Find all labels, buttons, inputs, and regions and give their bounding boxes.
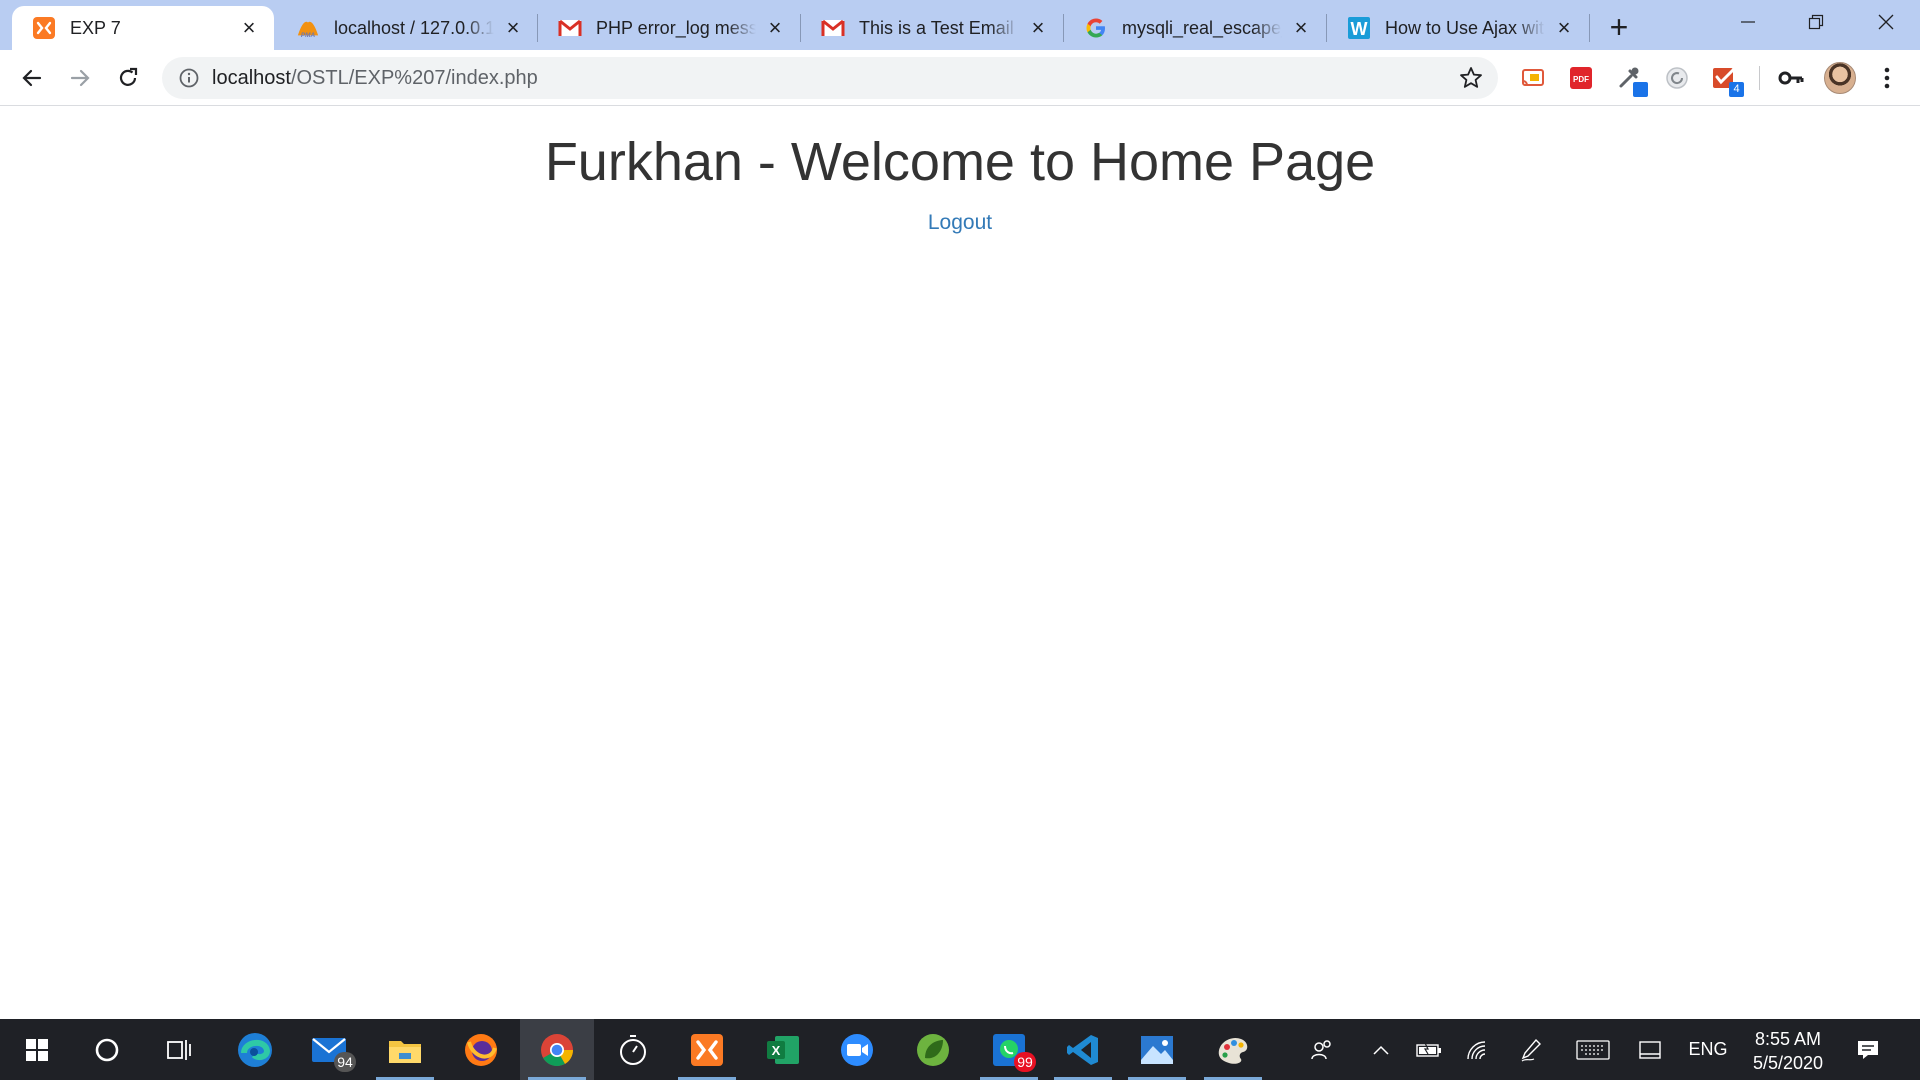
window-close-button[interactable] bbox=[1852, 0, 1920, 44]
cortana-search-button[interactable] bbox=[70, 1019, 144, 1080]
edge-taskbar-icon[interactable] bbox=[218, 1019, 292, 1080]
minimize-button[interactable] bbox=[1714, 0, 1782, 44]
reload-icon bbox=[119, 67, 138, 86]
tab-ajax-tutorial[interactable]: W How to Use Ajax with × bbox=[1327, 6, 1589, 50]
tab-title: This is a Test Email - s bbox=[859, 17, 1019, 38]
notification-badge: 99 bbox=[1014, 1052, 1036, 1072]
close-icon[interactable]: × bbox=[1290, 15, 1312, 40]
restore-icon bbox=[1808, 14, 1824, 30]
tab-test-email[interactable]: This is a Test Email - s × bbox=[801, 6, 1063, 50]
extension-badge-count: 4 bbox=[1729, 82, 1744, 97]
toolbar-separator bbox=[1759, 66, 1760, 90]
battery-icon[interactable] bbox=[1410, 1019, 1448, 1080]
close-icon bbox=[1878, 14, 1894, 30]
arrow-left-icon bbox=[22, 69, 42, 87]
key-icon[interactable] bbox=[1776, 63, 1806, 93]
gmail-icon bbox=[558, 16, 582, 40]
restore-button[interactable] bbox=[1782, 0, 1850, 44]
pdf-extension-icon[interactable]: PDF bbox=[1566, 63, 1596, 93]
url-host: localhost bbox=[212, 67, 291, 89]
whatsapp-taskbar-icon[interactable]: 99 bbox=[972, 1019, 1046, 1080]
input-language-indicator[interactable]: ENG bbox=[1682, 1019, 1734, 1080]
pen-workspace-icon[interactable] bbox=[1512, 1019, 1550, 1080]
vscode-taskbar-icon[interactable] bbox=[1046, 1019, 1120, 1080]
browser-tab-strip: EXP 7 × PMA localhost / 127.0.0.1 / × PH… bbox=[0, 0, 1920, 50]
excel-taskbar-icon[interactable]: X bbox=[746, 1019, 820, 1080]
timer-taskbar-icon[interactable] bbox=[596, 1019, 670, 1080]
task-view-icon bbox=[167, 1039, 191, 1060]
svg-text:X: X bbox=[772, 1043, 781, 1058]
gmail-icon bbox=[821, 16, 845, 40]
xampp-taskbar-icon[interactable] bbox=[670, 1019, 744, 1080]
eyedropper-extension-icon[interactable] bbox=[1614, 63, 1648, 97]
page-title: Furkhan - Welcome to Home Page bbox=[544, 132, 1376, 192]
url-text: localhost/OSTL/EXP%207/index.php bbox=[212, 67, 538, 90]
tab-phpmyadmin[interactable]: PMA localhost / 127.0.0.1 / × bbox=[276, 6, 538, 50]
mail-taskbar-icon[interactable]: 94 bbox=[292, 1019, 366, 1080]
wifi-icon[interactable] bbox=[1458, 1019, 1496, 1080]
file-explorer-taskbar-icon[interactable] bbox=[368, 1019, 442, 1080]
tab-php-error-log[interactable]: PHP error_log messa × bbox=[538, 6, 800, 50]
touch-keyboard-icon[interactable] bbox=[1570, 1019, 1616, 1080]
tablet-mode-icon[interactable] bbox=[1630, 1019, 1670, 1080]
svg-text:PMA: PMA bbox=[301, 32, 316, 39]
back-button[interactable] bbox=[14, 60, 50, 96]
spring-taskbar-icon[interactable] bbox=[896, 1019, 970, 1080]
close-icon[interactable]: × bbox=[502, 15, 524, 40]
task-view-button[interactable] bbox=[142, 1019, 216, 1080]
minimize-icon bbox=[1741, 21, 1755, 23]
start-button[interactable] bbox=[0, 1019, 74, 1080]
show-hidden-icons-chevron-up-icon[interactable] bbox=[1362, 1019, 1400, 1080]
firefox-taskbar-icon[interactable] bbox=[444, 1019, 518, 1080]
google-icon bbox=[1084, 16, 1108, 40]
close-icon[interactable]: × bbox=[1553, 15, 1575, 40]
more-menu-icon[interactable] bbox=[1872, 63, 1902, 93]
tab-title: localhost / 127.0.0.1 / bbox=[334, 17, 494, 38]
page-content: Furkhan - Welcome to Home Page Logout bbox=[0, 107, 1920, 1019]
profile-avatar[interactable] bbox=[1824, 62, 1856, 94]
action-center-icon[interactable] bbox=[1848, 1019, 1888, 1080]
address-bar[interactable]: localhost/OSTL/EXP%207/index.php bbox=[162, 57, 1498, 99]
clock-date: 5/5/2020 bbox=[1752, 1053, 1824, 1073]
reload-button[interactable] bbox=[110, 60, 146, 96]
w3-icon: W bbox=[1347, 16, 1371, 40]
svg-text:W: W bbox=[1351, 19, 1368, 39]
logout-link[interactable]: Logout bbox=[0, 211, 1920, 235]
close-icon[interactable]: × bbox=[1027, 15, 1049, 40]
close-icon[interactable]: × bbox=[238, 15, 260, 40]
reload-extension-icon[interactable] bbox=[1662, 63, 1692, 93]
tab-title: How to Use Ajax with bbox=[1385, 17, 1545, 38]
cortana-circle-icon bbox=[95, 1038, 119, 1061]
tab-title: mysqli_real_escape_s bbox=[1122, 17, 1282, 38]
zoom-taskbar-icon[interactable] bbox=[820, 1019, 894, 1080]
svg-text:PDF: PDF bbox=[1573, 75, 1589, 84]
people-tray-icon[interactable] bbox=[1302, 1019, 1342, 1080]
browser-toolbar: localhost/OSTL/EXP%207/index.php PDF 4 bbox=[0, 50, 1920, 106]
windows-logo-icon bbox=[26, 1038, 48, 1061]
cast-extension-icon[interactable] bbox=[1518, 63, 1548, 93]
clock-time: 8:55 AM bbox=[1754, 1029, 1822, 1049]
tab-exp7[interactable]: EXP 7 × bbox=[12, 6, 274, 50]
tab-title: PHP error_log messa bbox=[596, 17, 756, 38]
windows-taskbar: 94 X 99 ENG 8:55 AM 5/5/2020 bbox=[0, 1019, 1920, 1080]
system-clock[interactable]: 8:55 AM 5/5/2020 bbox=[1740, 1027, 1836, 1075]
forward-button[interactable] bbox=[62, 60, 98, 96]
arrow-right-icon bbox=[70, 69, 90, 87]
bookmark-star-icon[interactable] bbox=[1458, 65, 1484, 91]
tab-separator bbox=[1589, 14, 1590, 42]
url-path: /OSTL/EXP%207/index.php bbox=[290, 67, 538, 89]
todo-extension-icon[interactable]: 4 bbox=[1710, 63, 1744, 97]
tab-mysqli-search[interactable]: mysqli_real_escape_s × bbox=[1064, 6, 1326, 50]
chrome-taskbar-icon[interactable] bbox=[520, 1019, 594, 1080]
paint-taskbar-icon[interactable] bbox=[1196, 1019, 1270, 1080]
info-icon[interactable] bbox=[178, 67, 200, 89]
notification-badge: 94 bbox=[334, 1052, 356, 1072]
tab-title: EXP 7 bbox=[70, 17, 121, 38]
new-tab-button[interactable]: + bbox=[1602, 10, 1636, 44]
phpmyadmin-icon: PMA bbox=[296, 16, 320, 40]
xampp-icon bbox=[32, 16, 56, 40]
photos-taskbar-icon[interactable] bbox=[1120, 1019, 1194, 1080]
close-icon[interactable]: × bbox=[764, 15, 786, 40]
extension-badge bbox=[1633, 82, 1648, 97]
